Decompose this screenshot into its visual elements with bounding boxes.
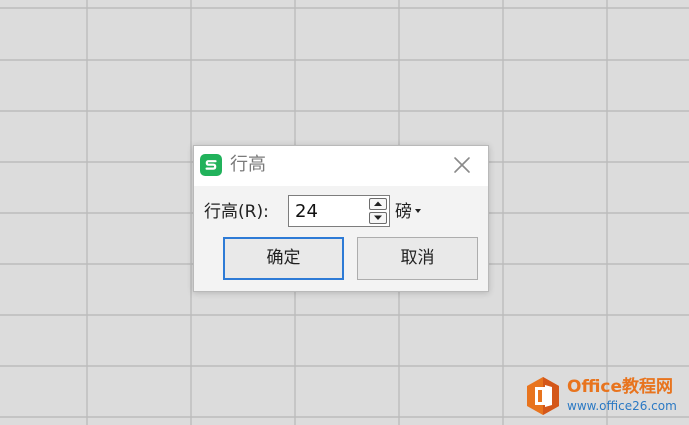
cancel-button[interactable]: 取消 [357,237,478,280]
spin-down-icon[interactable] [369,212,387,224]
wps-spreadsheet-icon [200,154,222,176]
row-height-spinner [369,198,387,224]
close-icon[interactable] [451,154,473,176]
unit-dropdown[interactable]: 磅 [395,201,412,223]
row-height-dialog: 行高 行高(R): 磅 确定 取消 [193,145,489,292]
dialog-body: 行高(R): 磅 确定 取消 [194,186,488,291]
dialog-titlebar[interactable]: 行高 [194,146,488,186]
row-height-label: 行高(R): [204,202,269,222]
spin-up-icon[interactable] [369,198,387,210]
office-logo-icon [525,376,561,420]
watermark-url: www.office26.com [567,399,677,413]
row-height-spinbox [288,195,390,227]
dialog-title: 行高 [230,154,266,175]
watermark: Office教程网 www.office26.com [525,374,685,420]
chevron-down-icon[interactable] [415,209,421,213]
ok-button[interactable]: 确定 [223,237,344,280]
row-height-input[interactable] [290,197,368,225]
watermark-name: Office教程网 [567,377,674,397]
